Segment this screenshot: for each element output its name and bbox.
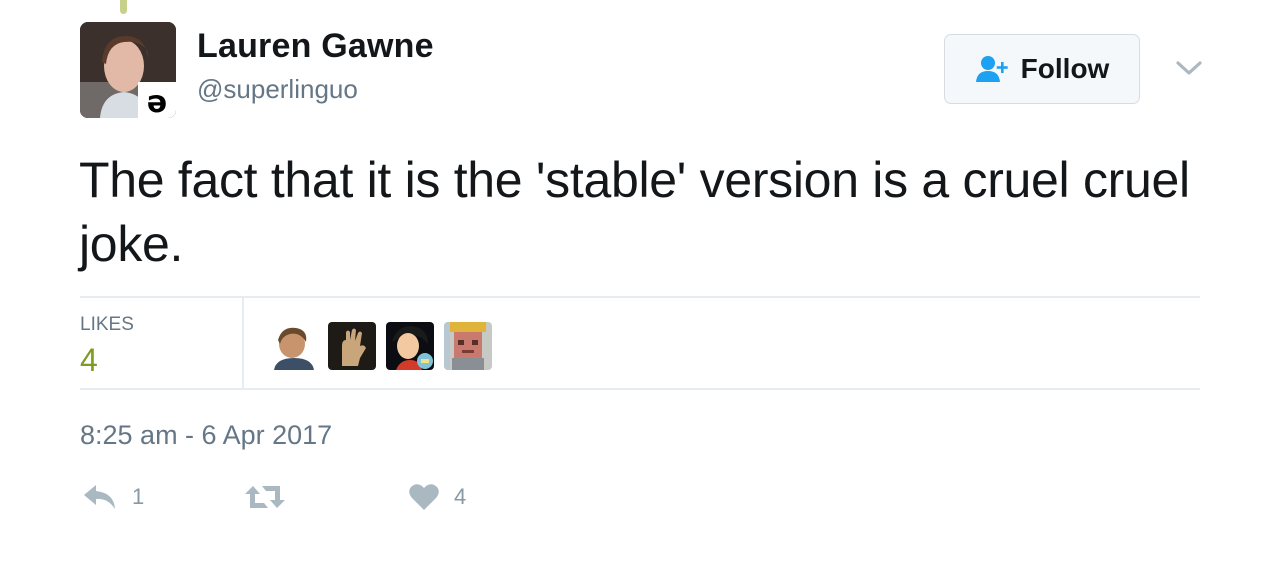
follow-button[interactable]: Follow (944, 34, 1140, 104)
likes-count: 4 (80, 342, 98, 378)
like-button[interactable]: 4 (408, 482, 466, 512)
author-avatar[interactable]: ə (80, 22, 176, 118)
liker-avatar-1[interactable] (270, 322, 318, 370)
svg-text:ə: ə (147, 85, 167, 118)
thread-connector-line (120, 0, 127, 14)
add-user-icon (975, 56, 1008, 82)
tweet-text: The fact that it is the 'stable' version… (79, 152, 1190, 272)
liker-photo-4-icon (444, 322, 492, 370)
retweet-button[interactable] (244, 482, 300, 512)
reply-icon (84, 485, 115, 509)
author-handle[interactable]: @superlinguo (197, 74, 358, 105)
reply-count: 1 (132, 484, 145, 509)
liker-photo-3-icon (386, 322, 434, 370)
liker-avatars (270, 322, 492, 370)
follow-label: Follow (1020, 53, 1110, 84)
likes-stat[interactable]: LIKES 4 (80, 298, 244, 390)
tweet-stats: LIKES 4 (80, 296, 1200, 390)
author-name[interactable]: Lauren Gawne (197, 27, 434, 66)
like-count: 4 (454, 484, 467, 509)
author-photo-icon: ə (80, 22, 176, 118)
retweet-icon (245, 486, 285, 508)
reply-button[interactable]: 1 (82, 482, 144, 512)
liker-avatar-2[interactable] (328, 322, 376, 370)
liker-avatar-4[interactable] (444, 322, 492, 370)
likes-label: LIKES (80, 314, 134, 335)
liker-photo-2-icon (328, 322, 376, 370)
tweet-timestamp[interactable]: 8:25 am - 6 Apr 2017 (80, 420, 332, 451)
chevron-down-icon[interactable] (1172, 56, 1206, 80)
liker-photo-1-icon (270, 322, 318, 370)
liker-avatar-3[interactable] (386, 322, 434, 370)
heart-icon (409, 484, 439, 510)
